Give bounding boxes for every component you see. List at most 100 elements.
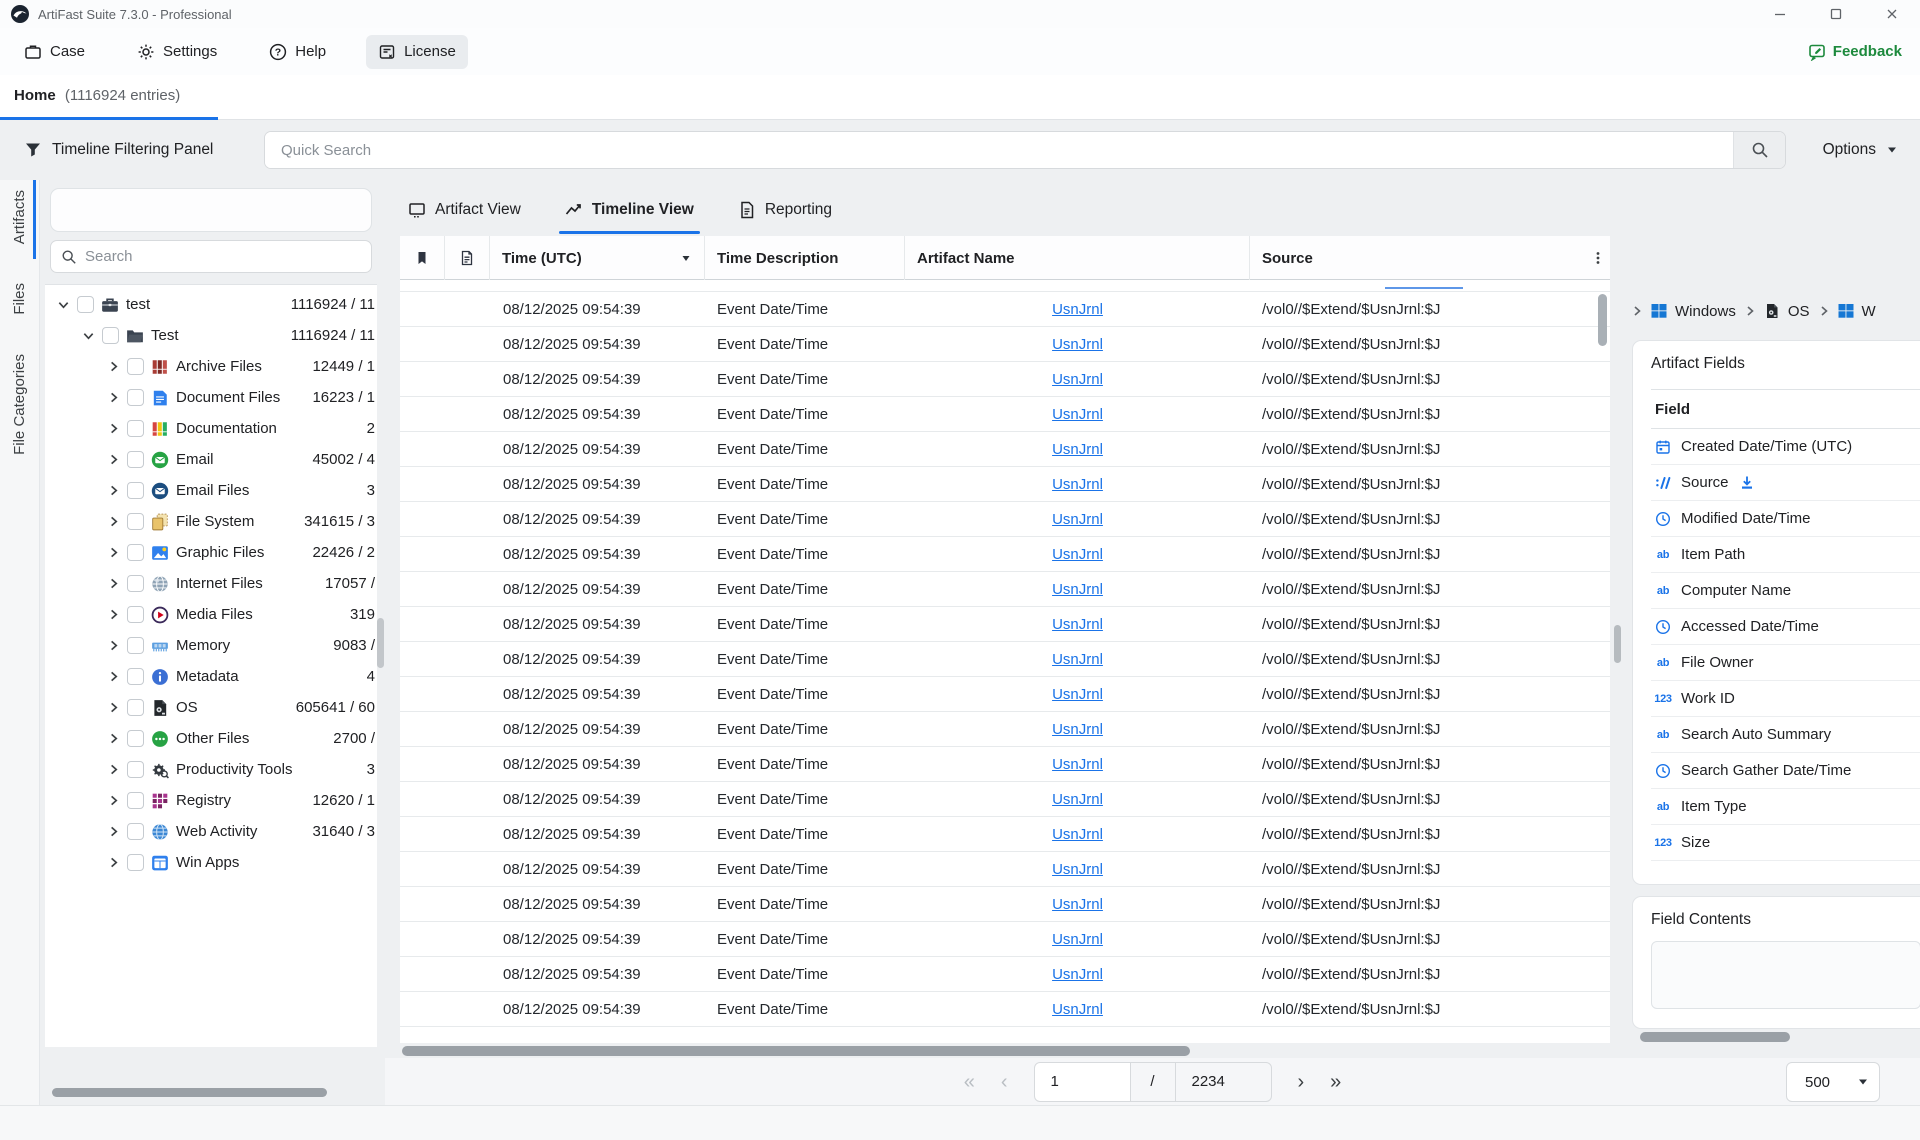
tree-row[interactable]: Web Activity 31640 / 3 (45, 816, 377, 847)
close-button[interactable] (1864, 0, 1920, 28)
table-row[interactable]: 08/12/2025 09:54:39 Event Date/Time UsnJ… (400, 887, 1610, 922)
tree-row[interactable]: Media Files 319 (45, 599, 377, 630)
table-row[interactable]: 08/12/2025 09:54:39 Event Date/Time UsnJ… (400, 432, 1610, 467)
artifact-link[interactable]: UsnJrnl (1052, 371, 1103, 388)
tree-expander-icon[interactable] (107, 794, 120, 807)
tree-row[interactable]: Productivity Tools 3 (45, 754, 377, 785)
artifact-link[interactable]: UsnJrnl (1052, 581, 1103, 598)
tree-expander-icon[interactable] (107, 577, 120, 590)
tree-row[interactable]: Test 1116924 / 11 (45, 320, 377, 351)
tree-checkbox[interactable] (127, 451, 144, 468)
tree-expander-icon[interactable] (107, 763, 120, 776)
platform-icon[interactable] (200, 199, 222, 221)
tree-expander-icon[interactable] (107, 360, 120, 373)
artifact-link[interactable]: UsnJrnl (1052, 476, 1103, 493)
field-row[interactable]: ab Search Auto Summary (1651, 717, 1920, 753)
artifact-link[interactable]: UsnJrnl (1052, 336, 1103, 353)
side-tab[interactable]: Artifacts (11, 190, 28, 249)
tree-expander-icon[interactable] (107, 856, 120, 869)
tree-row[interactable]: test 1116924 / 11 (45, 289, 377, 320)
platform-icon[interactable] (259, 199, 281, 221)
tree-checkbox[interactable] (102, 327, 119, 344)
next-page-button[interactable]: › (1298, 1072, 1305, 1092)
field-row[interactable]: ab Item Path (1651, 537, 1920, 573)
column-header-source[interactable]: Source (1250, 236, 1610, 280)
column-header-artifact-name[interactable]: Artifact Name (905, 236, 1250, 280)
tree-expander-icon[interactable] (107, 453, 120, 466)
artifact-link[interactable]: UsnJrnl (1052, 511, 1103, 528)
view-tab[interactable]: Reporting (738, 186, 832, 234)
menu-item[interactable]: Case (12, 35, 97, 69)
menu-item[interactable]: License (366, 35, 468, 69)
previous-page-button[interactable]: ‹ (1001, 1072, 1008, 1092)
artifact-link[interactable]: UsnJrnl (1052, 546, 1103, 563)
total-pages-field[interactable] (1175, 1062, 1272, 1102)
tree-checkbox[interactable] (127, 358, 144, 375)
artifact-link[interactable]: UsnJrnl (1052, 686, 1103, 703)
tree-checkbox[interactable] (127, 420, 144, 437)
table-row[interactable]: 08/12/2025 09:54:39 Event Date/Time UsnJ… (400, 607, 1610, 642)
field-row[interactable]: Search Gather Date/Time (1651, 753, 1920, 789)
tab-home[interactable]: Home (1116924 entries) (14, 87, 180, 104)
artifact-link[interactable]: UsnJrnl (1052, 616, 1103, 633)
tree-row[interactable]: Document Files 16223 / 1 (45, 382, 377, 413)
artifact-link[interactable]: UsnJrnl (1052, 966, 1103, 983)
table-row[interactable]: 08/12/2025 09:54:39 Event Date/Time UsnJ… (400, 852, 1610, 887)
field-contents-box[interactable] (1651, 941, 1920, 1009)
tree-expander-icon[interactable] (107, 639, 120, 652)
timeline-filtering-panel-button[interactable]: Timeline Filtering Panel (24, 120, 213, 180)
table-row[interactable]: 08/12/2025 09:54:39 Event Date/Time UsnJ… (400, 747, 1610, 782)
artifact-link[interactable]: UsnJrnl (1052, 756, 1103, 773)
tree-horizontal-scrollbar[interactable] (50, 1088, 372, 1097)
tree-row[interactable]: Internet Files 17057 / (45, 568, 377, 599)
tree-checkbox[interactable] (127, 482, 144, 499)
field-row[interactable]: 123 Work ID (1651, 681, 1920, 717)
tree-row[interactable]: Archive Files 12449 / 1 (45, 351, 377, 382)
table-row[interactable]: 08/12/2025 09:54:39 Event Date/Time UsnJ… (400, 992, 1610, 1027)
menu-item[interactable]: Settings (125, 35, 229, 69)
field-row[interactable]: Modified Date/Time (1651, 501, 1920, 537)
scrollbar-thumb[interactable] (1640, 1032, 1790, 1042)
current-page-input[interactable] (1034, 1062, 1131, 1102)
tree-expander-icon[interactable] (107, 825, 120, 838)
tree-checkbox[interactable] (127, 730, 144, 747)
tree-checkbox[interactable] (127, 575, 144, 592)
breadcrumb-item[interactable]: W (1818, 303, 1876, 320)
tree-expander-icon[interactable] (107, 422, 120, 435)
side-tab[interactable]: Files (11, 283, 28, 320)
tree-row[interactable]: File System 341615 / 3 (45, 506, 377, 537)
tree-checkbox[interactable] (127, 792, 144, 809)
field-row[interactable]: 123 Size (1651, 825, 1920, 861)
tree-expander-icon[interactable] (107, 546, 120, 559)
table-row[interactable]: 08/12/2025 09:54:39 Event Date/Time UsnJ… (400, 327, 1610, 362)
table-row[interactable]: 08/12/2025 09:54:39 Event Date/Time UsnJ… (400, 642, 1610, 677)
scrollbar-thumb[interactable] (402, 1046, 1190, 1056)
table-row[interactable]: 08/12/2025 09:54:39 Event Date/Time UsnJ… (400, 957, 1610, 992)
table-row[interactable]: 08/12/2025 09:54:39 Event Date/Time UsnJ… (400, 817, 1610, 852)
table-vertical-scrollbar-thumb[interactable] (1598, 294, 1607, 346)
tree-row[interactable]: Memory 9083 / (45, 630, 377, 661)
tree-expander-icon[interactable] (107, 701, 120, 714)
tree-row[interactable]: Graphic Files 22426 / 2 (45, 537, 377, 568)
table-row[interactable]: 08/12/2025 09:54:39 Event Date/Time UsnJ… (400, 572, 1610, 607)
field-row[interactable]: Source (1651, 465, 1920, 501)
tree-checkbox[interactable] (127, 699, 144, 716)
tree-checkbox[interactable] (127, 854, 144, 871)
tree-expander-icon[interactable] (107, 484, 120, 497)
tree-checkbox[interactable] (127, 761, 144, 778)
field-row[interactable]: ab File Owner (1651, 645, 1920, 681)
tree-checkbox[interactable] (127, 823, 144, 840)
table-row[interactable]: 08/12/2025 09:54:39 Event Date/Time UsnJ… (400, 677, 1610, 712)
feedback-button[interactable]: Feedback (1808, 28, 1902, 75)
table-horizontal-scrollbar[interactable] (400, 1046, 1610, 1056)
field-row[interactable]: ab Item Type (1651, 789, 1920, 825)
menu-item[interactable]: ? Help (257, 35, 338, 69)
table-row[interactable]: 08/12/2025 09:54:39 Event Date/Time UsnJ… (400, 537, 1610, 572)
sort-descending-icon[interactable] (680, 252, 692, 264)
table-row[interactable]: 08/12/2025 09:54:39 Event Date/Time UsnJ… (400, 782, 1610, 817)
artifact-link[interactable]: UsnJrnl (1052, 301, 1103, 318)
tree-expander-icon[interactable] (82, 329, 95, 342)
view-tab[interactable]: Artifact View (408, 186, 521, 234)
field-row[interactable]: Accessed Date/Time (1651, 609, 1920, 645)
tree-checkbox[interactable] (127, 637, 144, 654)
